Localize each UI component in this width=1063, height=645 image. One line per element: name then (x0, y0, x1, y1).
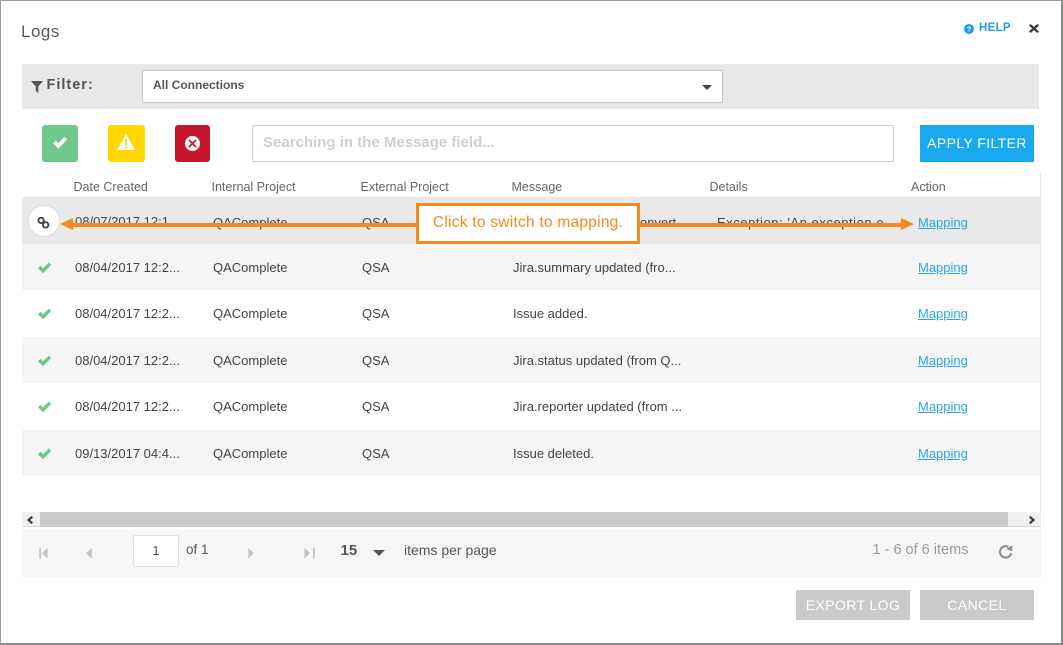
svg-text:?: ? (967, 25, 972, 34)
